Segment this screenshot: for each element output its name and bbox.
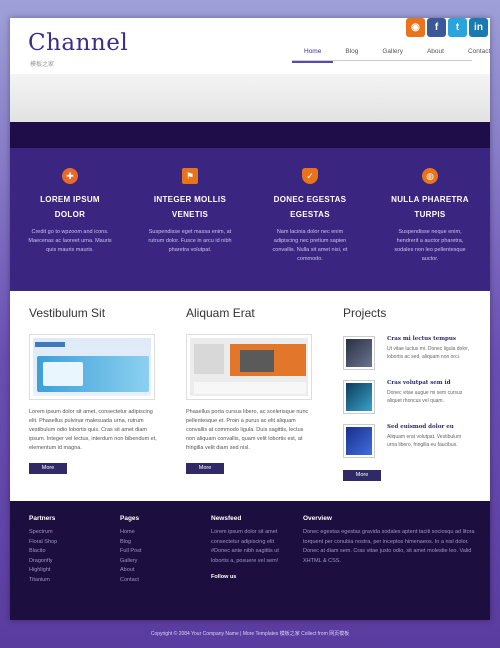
footer-heading: Partners [29,515,56,522]
social-links: ◉ f t in [406,18,488,37]
header: Channel 模板之家 ◉ f t in Home Blog Gallery … [10,18,490,74]
linkedin-icon[interactable]: in [469,18,488,37]
footer-heading: Pages [120,515,140,522]
column-text: Phasellus porta cursus libero, ac sceler… [186,409,309,451]
site-logo[interactable]: Channel [28,30,128,56]
feature-2: ⚑ INTEGER MOLLIS VENETIS Suspendisse ege… [130,148,250,291]
page-container: Channel 模板之家 ◉ f t in Home Blog Gallery … [10,18,490,620]
project-title[interactable]: Sed euismod dolor eu [387,424,471,430]
project-title[interactable]: Cras mi lectus tempus [387,336,471,342]
project-desc: Aliquam erat volutpat. Vestibulum urna l… [387,434,462,448]
column-vestibulum: Vestibulum Sit Lorem ipsum dolor sit ame… [29,291,157,474]
feature-title-line2: EGESTAS [290,210,330,219]
logo-subtitle: 模板之家 [30,62,55,68]
footer-link[interactable]: Blacito [29,547,109,557]
project-item[interactable]: Cras volutpat sem id Donec vitae augue m… [343,380,471,414]
footer-link[interactable]: About [120,566,200,576]
feature-title: DONEC EGESTAS [273,195,347,204]
footer-link[interactable]: Highlight [29,566,109,576]
footer-newsfeed: Newsfeed Lorem ipsum dolor sit amet cons… [211,515,293,580]
project-thumbnail [343,336,375,370]
feature-text: Credit go to wpzoom and icons. Maecenas … [28,229,112,253]
feature-3: ✓ DONEC EGESTAS EGESTAS Nam lacinia dolo… [250,148,370,291]
column-title: Projects [343,306,387,320]
flag-icon: ⚑ [182,168,198,184]
screenshot-image [186,334,312,400]
feature-title: NULLA PHARETRA [391,195,469,204]
feature-text: Nam lacinia dolor nec enim adipiscing ne… [272,229,348,262]
twitter-icon[interactable]: t [448,18,467,37]
feature-1: ✚ LOREM IPSUM DOLOR Credit go to wpzoom … [10,148,130,291]
project-item[interactable]: Sed euismod dolor eu Aliquam erat volutp… [343,424,471,458]
feature-text: Suspendisse neque enim, hendrerit a auct… [394,229,466,262]
feature-title-line2: VENETIS [171,210,209,219]
rss-icon[interactable]: ◉ [406,18,425,37]
footer-pages: Pages Home Blog Full Post Gallery About … [120,515,200,585]
more-button[interactable]: More [343,470,381,481]
main-content: Vestibulum Sit Lorem ipsum dolor sit ame… [10,291,490,501]
column-title: Aliquam Erat [186,306,255,320]
main-nav: Home Blog Gallery About Contact [292,48,490,63]
nav-gallery[interactable]: Gallery [370,48,415,63]
nav-contact[interactable]: Contact [456,48,490,63]
footer-link[interactable]: Titanium [29,576,109,586]
footer-link[interactable]: Full Post [120,547,200,557]
nav-blog[interactable]: Blog [333,48,370,63]
banner-slider [10,74,490,122]
feature-4: ◍ NULLA PHARETRA TURPIS Suspendisse nequ… [370,148,490,291]
footer-link[interactable]: Floral Shop [29,538,109,548]
column-aliquam: Aliquam Erat Phasellus porta cursus libe… [186,291,314,474]
project-thumbnail [343,424,375,458]
column-title: Vestibulum Sit [29,306,106,320]
footer-link[interactable]: Blog [120,538,200,548]
nav-about[interactable]: About [415,48,456,63]
copyright: Copyright © 2084 Your Company Name | Mor… [150,631,350,637]
footer-link[interactable]: Spectrum [29,528,109,538]
feature-title-line2: DOLOR [54,210,86,219]
lifebuoy-icon: ✚ [62,168,78,184]
features-row: ✚ LOREM IPSUM DOLOR Credit go to wpzoom … [10,148,490,291]
feature-title-line2: TURPIS [414,210,446,219]
project-item[interactable]: Cras mi lectus tempus Ut vitae luctus mi… [343,336,471,370]
project-thumbnail [343,380,375,414]
overview-text: Donec egestas egestas gravida sodales ap… [303,529,475,564]
footer-link[interactable]: Gallery [120,557,200,567]
dark-band [10,122,490,148]
feature-text: Suspendisse eget massa enim, at rutrum d… [148,229,232,253]
project-desc: Ut vitae luctus mi. Donec ligula dolor, … [387,346,469,360]
footer-overview: Overview Donec egestas egestas gravida s… [303,515,475,566]
project-desc: Donec vitae augue mi sem cursus aliquet … [387,390,463,404]
footer-heading: Overview [303,515,332,522]
facebook-icon[interactable]: f [427,18,446,37]
nav-home[interactable]: Home [292,48,334,63]
footer-link[interactable]: Dragonfly [29,557,109,567]
feature-title: INTEGER MOLLIS [153,195,227,204]
footer-heading: Newsfeed [211,515,242,522]
footer: Partners Spectrum Floral Shop Blacito Dr… [10,501,490,620]
shield-icon: ✓ [302,168,318,184]
column-text: Lorem ipsum dolor sit amet, consectetur … [29,409,157,451]
more-button[interactable]: More [186,463,224,474]
feature-title: LOREM IPSUM [40,195,100,204]
globe-icon: ◍ [422,168,438,184]
footer-partners: Partners Spectrum Floral Shop Blacito Dr… [29,515,109,585]
footer-link[interactable]: Home [120,528,200,538]
newsfeed-text: Lorem ipsum dolor sit amet consectetur a… [211,529,279,564]
footer-link[interactable]: Contact [120,576,200,586]
project-title[interactable]: Cras volutpat sem id [387,380,471,386]
more-button[interactable]: More [29,463,67,474]
column-projects: Projects Cras mi lectus tempus Ut vitae … [343,291,471,481]
follow-us-link[interactable]: Follow us [211,574,293,580]
screenshot-image [29,334,155,400]
